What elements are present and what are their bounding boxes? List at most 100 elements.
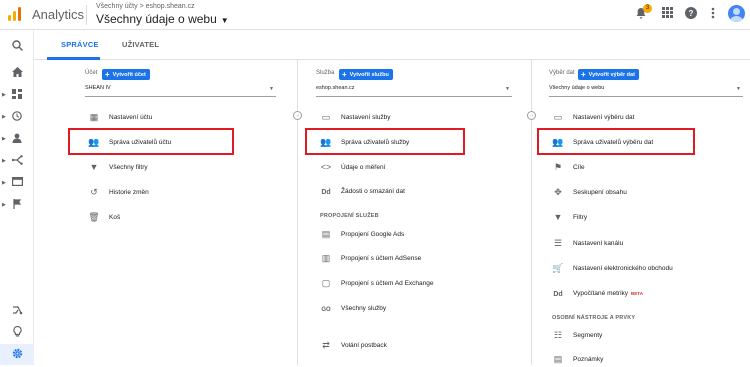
expand-arrow-icon[interactable]: ▶ xyxy=(2,92,6,98)
avatar[interactable] xyxy=(728,5,745,22)
person-icon[interactable] xyxy=(10,133,24,147)
tracking-info-item[interactable]: <> Údaje o měření xyxy=(320,160,386,174)
top-bar: Analytics Všechny účty > eshop.shean.cz … xyxy=(0,0,750,30)
goals-item[interactable]: ⚑ Cíle xyxy=(552,160,585,174)
property-selector[interactable]: eshop.shean.cz ▼ xyxy=(316,85,512,97)
item-label: Cíle xyxy=(573,164,585,171)
adsense-linking-item[interactable]: ▥ Propojení s účtem AdSense xyxy=(320,251,421,265)
home-icon[interactable] xyxy=(10,67,24,81)
attribution-icon[interactable] xyxy=(10,305,24,319)
item-label: Všechny služby xyxy=(341,305,387,312)
expand-arrow-icon[interactable]: ▶ xyxy=(2,136,6,142)
view-selector-value: Všechny údaje o webu xyxy=(549,85,605,91)
app-title[interactable]: Analytics xyxy=(32,7,84,22)
content-grouping-icon: ✥ xyxy=(554,187,562,197)
layout-icon: ▭ xyxy=(321,112,331,122)
acquisition-icon[interactable] xyxy=(10,155,24,169)
all-products-item[interactable]: GO Všechny služby xyxy=(320,302,386,316)
view-selector[interactable]: Všechny údaje o webu ▼ xyxy=(549,85,743,97)
item-label: Údaje o měření xyxy=(341,164,386,171)
plus-icon: + xyxy=(105,70,110,79)
view-header-label: Výběr dat xyxy=(549,70,575,76)
gear-icon[interactable] xyxy=(10,348,24,362)
history-icon: ↺ xyxy=(90,187,98,197)
personal-tools-section: OSOBNÍ NÁSTROJE A PRVKY xyxy=(552,315,636,321)
item-label: Propojení s účtem AdSense xyxy=(341,255,422,262)
trash-icon: 🗑 xyxy=(88,212,100,222)
view-settings-item[interactable]: ▭ Nastavení výběru dat xyxy=(552,110,635,124)
tab-admin[interactable]: SPRÁVCE xyxy=(61,40,99,49)
beta-badge: BETA xyxy=(631,291,643,296)
search-icon[interactable] xyxy=(10,40,24,54)
plus-icon: + xyxy=(581,70,586,79)
arrow-right-icon: → xyxy=(527,111,536,120)
expand-arrow-icon[interactable]: ▶ xyxy=(2,114,6,120)
flag-icon[interactable] xyxy=(10,199,24,213)
analytics-logo[interactable] xyxy=(8,7,22,21)
dd-icon: Dd xyxy=(321,189,331,196)
trash-item[interactable]: 🗑 Koš xyxy=(88,210,120,224)
change-history-item[interactable]: ↺ Historie změn xyxy=(88,185,149,199)
left-nav: ▶ ▶ ▶ ▶ ▶ ▶ xyxy=(0,30,34,365)
property-settings-item[interactable]: ▭ Nastavení služby xyxy=(320,110,391,124)
account-column: Účet + Vytvořit účet SHEAN IV ▼ ▦ Nastavení… xyxy=(34,60,296,365)
property-selector-value: eshop.shean.cz xyxy=(316,85,355,91)
property-picker[interactable]: Všechny údaje o webu ▼ xyxy=(96,12,229,26)
filters-item[interactable]: ▼ Filtry xyxy=(552,210,588,224)
expand-arrow-icon[interactable]: ▶ xyxy=(2,158,6,164)
lightbulb-icon[interactable] xyxy=(10,326,24,340)
view-column: → Výběr dat + Vytvořit výběr dat Všechny … xyxy=(527,60,750,366)
create-property-button[interactable]: + Vytvořit službu xyxy=(339,69,393,80)
create-account-button[interactable]: + Vytvořit účet xyxy=(102,69,150,80)
behavior-icon[interactable] xyxy=(10,177,24,191)
postbacks-item[interactable]: ⇄ Volání postback xyxy=(320,338,387,352)
highlight-box xyxy=(537,128,695,155)
create-account-label: Vytvořit účet xyxy=(112,72,146,78)
data-deletion-item[interactable]: Dd Žádosti o smazání dat xyxy=(320,185,405,199)
notes-item[interactable]: ▤ Poznámky xyxy=(552,352,604,366)
calculated-metrics-item[interactable]: Dd Vypočítané metriky BETA xyxy=(552,287,643,301)
cart-icon: 🛒 xyxy=(552,263,564,273)
account-header-label: Účet xyxy=(85,70,98,76)
account-settings-item[interactable]: ▦ Nastavení účtu xyxy=(88,110,153,124)
expand-arrow-icon[interactable]: ▶ xyxy=(2,180,6,186)
property-title: Všechny údaje o webu xyxy=(96,12,217,26)
ads-icon: ▤ xyxy=(321,229,331,239)
item-label: Propojení s účtem Ad Exchange xyxy=(341,280,434,287)
clock-icon[interactable] xyxy=(10,111,24,125)
dd-icon: Dd xyxy=(553,291,563,298)
google-ads-linking-item[interactable]: ▤ Propojení Google Ads xyxy=(320,227,405,241)
account-selector[interactable]: SHEAN IV ▼ xyxy=(85,85,276,97)
item-label: Nastavení elektronického obchodu xyxy=(573,265,673,272)
adsense-icon: ▥ xyxy=(321,253,331,263)
create-view-button[interactable]: + Vytvořit výběr dat xyxy=(578,69,639,80)
help-icon[interactable]: ? xyxy=(684,7,698,21)
admin-tabs: SPRÁVCE UŽIVATEL xyxy=(34,30,750,60)
postback-icon: ⇄ xyxy=(322,340,330,350)
highlight-box xyxy=(68,128,234,155)
ecommerce-settings-item[interactable]: 🛒 Nastavení elektronického obchodu xyxy=(552,261,673,275)
item-label: Seskupení obsahu xyxy=(573,189,627,196)
breadcrumb[interactable]: Všechny účty > eshop.shean.cz xyxy=(96,3,195,10)
item-label: Nastavení výběru dat xyxy=(573,114,635,121)
segments-item[interactable]: ☷ Segmenty xyxy=(552,328,602,342)
account-selector-value: SHEAN IV xyxy=(85,85,111,91)
tab-user[interactable]: UŽIVATEL xyxy=(122,40,159,49)
item-label: Propojení Google Ads xyxy=(341,231,405,238)
dashboard-icon[interactable] xyxy=(10,89,24,103)
expand-arrow-icon[interactable]: ▶ xyxy=(2,202,6,208)
channel-icon: ☰ xyxy=(553,238,563,248)
channel-settings-item[interactable]: ☰ Nastavení kanálu xyxy=(552,236,623,250)
code-icon: <> xyxy=(320,162,332,172)
ad-exchange-linking-item[interactable]: ▢ Propojení s účtem Ad Exchange xyxy=(320,276,434,290)
item-label: Žádosti o smazání dat xyxy=(341,188,405,195)
item-label: Koš xyxy=(109,214,121,221)
adexchange-icon: ▢ xyxy=(321,278,331,288)
all-filters-item[interactable]: ▼ Všechny filtry xyxy=(88,160,148,174)
property-column: → Služba + Vytvořit službu eshop.shean.cz… xyxy=(293,60,531,365)
arrow-right-icon: → xyxy=(293,111,302,120)
dropdown-arrow-icon: ▼ xyxy=(269,86,274,92)
more-vert-icon[interactable] xyxy=(706,7,720,21)
apps-grid-icon[interactable] xyxy=(660,7,674,21)
content-grouping-item[interactable]: ✥ Seskupení obsahu xyxy=(552,185,627,199)
